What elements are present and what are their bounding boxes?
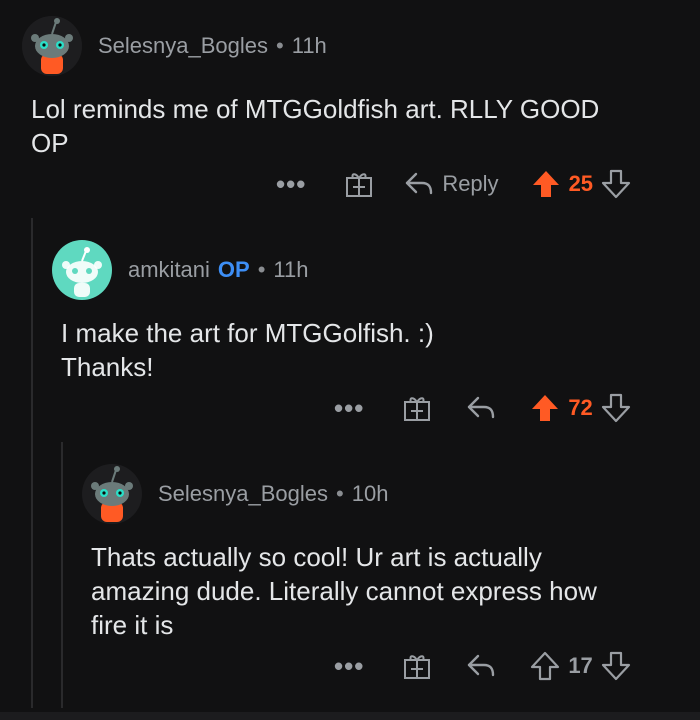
upvote-icon bbox=[532, 395, 559, 421]
more-options-button[interactable]: ••• bbox=[334, 395, 364, 421]
username[interactable]: Selesnya_Bogles bbox=[98, 33, 268, 59]
separator-dot: • bbox=[276, 33, 284, 58]
thread-line-level-1[interactable] bbox=[31, 218, 33, 708]
downvote-icon bbox=[601, 651, 630, 681]
downvote-icon bbox=[601, 393, 630, 423]
comment-actions: ••• 72 bbox=[334, 390, 631, 426]
separator-dot: • bbox=[257, 257, 266, 282]
reply-button[interactable] bbox=[466, 653, 496, 679]
avatar[interactable] bbox=[82, 464, 142, 524]
snoo-avatar-icon bbox=[82, 464, 142, 524]
comment-header: Selesnya_Bogles • 10h bbox=[82, 464, 388, 524]
reply-button[interactable]: Reply bbox=[404, 171, 499, 197]
comment-body: Thats actually so cool! Ur art is actual… bbox=[91, 542, 597, 640]
separator-dot: • bbox=[336, 481, 344, 506]
more-options-button[interactable]: ••• bbox=[276, 171, 306, 197]
more-options-button[interactable]: ••• bbox=[334, 653, 364, 679]
reply-arrow-icon bbox=[468, 654, 495, 677]
avatar[interactable] bbox=[52, 240, 112, 300]
gift-icon bbox=[404, 397, 431, 421]
comment-header: Selesnya_Bogles • 11h bbox=[22, 16, 327, 76]
gift-icon bbox=[404, 655, 431, 679]
comment-header: amkitani OP • 11h bbox=[52, 240, 309, 300]
comment-body: Lol reminds me of MTGGoldfish art. RLLY … bbox=[31, 94, 600, 158]
gift-icon bbox=[346, 173, 373, 197]
reply-button[interactable] bbox=[466, 395, 496, 421]
op-badge: OP bbox=[217, 257, 250, 282]
upvote-button[interactable] bbox=[531, 169, 561, 199]
award-button[interactable] bbox=[344, 169, 374, 199]
downvote-button[interactable] bbox=[601, 651, 631, 681]
avatar[interactable] bbox=[22, 16, 82, 76]
vote-count: 72 bbox=[568, 395, 593, 420]
upvote-icon bbox=[531, 651, 560, 681]
reply-arrow-icon bbox=[406, 172, 433, 195]
snoo-avatar-icon bbox=[22, 16, 82, 76]
vote-count: 25 bbox=[568, 171, 594, 196]
timestamp: 10h bbox=[351, 481, 389, 506]
award-button[interactable] bbox=[402, 651, 432, 681]
downvote-button[interactable] bbox=[601, 169, 631, 199]
reply-arrow-icon bbox=[468, 396, 495, 419]
thread-line-level-2[interactable] bbox=[61, 442, 63, 708]
downvote-button[interactable] bbox=[601, 393, 631, 423]
timestamp: 11h bbox=[273, 257, 309, 282]
bottom-bar bbox=[0, 712, 700, 720]
username[interactable]: amkitani bbox=[128, 257, 210, 283]
downvote-icon bbox=[601, 169, 631, 199]
comment-actions: ••• Reply 25 bbox=[276, 166, 631, 202]
snoo-avatar-icon bbox=[52, 240, 112, 300]
username[interactable]: Selesnya_Bogles bbox=[158, 481, 328, 507]
upvote-icon bbox=[532, 171, 559, 197]
reply-label: Reply bbox=[442, 171, 499, 196]
comment-body: I make the art for MTGGolfish. :) Thanks… bbox=[61, 318, 434, 382]
award-button[interactable] bbox=[402, 393, 432, 423]
upvote-button[interactable] bbox=[530, 651, 560, 681]
vote-count: 17 bbox=[568, 653, 593, 678]
timestamp: 11h bbox=[291, 33, 327, 58]
upvote-button[interactable] bbox=[530, 393, 560, 423]
comment-actions: ••• 17 bbox=[334, 648, 631, 684]
